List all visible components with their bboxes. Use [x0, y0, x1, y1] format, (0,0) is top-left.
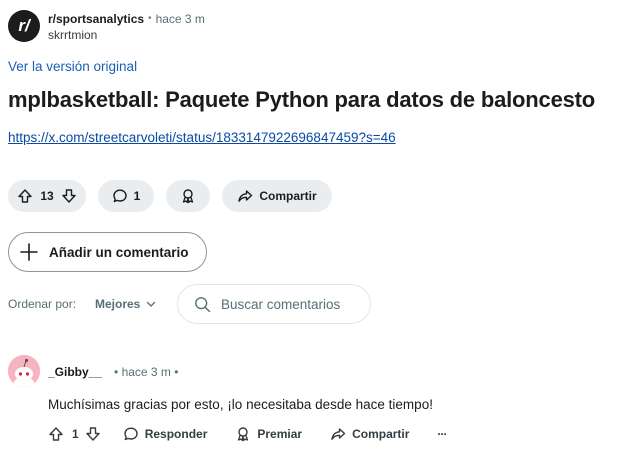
share-icon — [330, 426, 346, 442]
comment-award-button[interactable]: Premiar — [235, 426, 302, 442]
share-label: Compartir — [352, 427, 410, 441]
reply-icon — [123, 426, 139, 442]
comment-actions: 1 Responder Premiar Compartir ··· — [48, 425, 447, 443]
post-meta: r/sportsanalytics • hace 3 m — [48, 11, 205, 27]
post-url-link[interactable]: https://x.com/streetcarvoleti/status/183… — [8, 129, 396, 147]
subreddit-avatar[interactable]: r/ — [8, 10, 40, 42]
meta-separator: • — [148, 13, 152, 24]
plus-icon — [19, 242, 39, 262]
post-title: mplbasketball: Paquete Python para datos… — [8, 87, 596, 112]
chevron-down-icon — [146, 299, 156, 309]
comment-share-button[interactable]: Compartir — [330, 426, 409, 442]
commenter-avatar[interactable] — [8, 355, 40, 387]
award-label: Premiar — [257, 427, 303, 441]
comment-icon — [112, 188, 128, 204]
comment-author[interactable]: _Gibby__ — [48, 364, 102, 380]
add-comment-button[interactable]: Añadir un comentario — [8, 232, 207, 272]
add-comment-label: Añadir un comentario — [49, 244, 189, 260]
view-original-link[interactable]: Ver la versión original — [8, 58, 137, 76]
comment-upvote-icon[interactable] — [48, 426, 64, 442]
post-author[interactable]: skrrtmion — [48, 27, 97, 43]
vote-control: 13 — [8, 180, 86, 212]
search-placeholder: Buscar comentarios — [221, 296, 341, 312]
subreddit-name[interactable]: r/sportsanalytics — [48, 11, 144, 27]
award-icon — [180, 188, 196, 204]
upvote-icon[interactable] — [17, 188, 33, 204]
comment-time: • hace 3 m • — [114, 365, 179, 379]
post-time: hace 3 m — [155, 12, 205, 26]
comment-meta: _Gibby__ • hace 3 m • — [48, 364, 178, 380]
downvote-icon[interactable] — [61, 188, 77, 204]
sort-dropdown[interactable]: Mejores — [95, 296, 156, 312]
vote-count: 13 — [40, 189, 54, 203]
comments-count: 1 — [133, 189, 141, 203]
reply-button[interactable]: Responder — [123, 426, 208, 442]
search-icon — [194, 296, 211, 313]
award-icon — [235, 426, 251, 442]
reply-label: Responder — [144, 427, 208, 441]
award-button[interactable] — [166, 180, 210, 212]
search-comments-input[interactable]: Buscar comentarios — [177, 284, 371, 324]
comment-vote-count: 1 — [72, 427, 79, 441]
more-options-icon[interactable]: ··· — [437, 427, 447, 441]
share-icon — [237, 188, 253, 204]
share-label: Compartir — [259, 189, 317, 203]
comments-button[interactable]: 1 — [98, 180, 154, 212]
comment-body: Muchísimas gracias por esto, ¡lo necesit… — [48, 397, 433, 412]
comment-downvote-icon[interactable] — [85, 426, 101, 442]
sort-label: Ordenar por: — [8, 297, 77, 311]
sort-value: Mejores — [95, 297, 141, 311]
share-button[interactable]: Compartir — [222, 180, 332, 212]
